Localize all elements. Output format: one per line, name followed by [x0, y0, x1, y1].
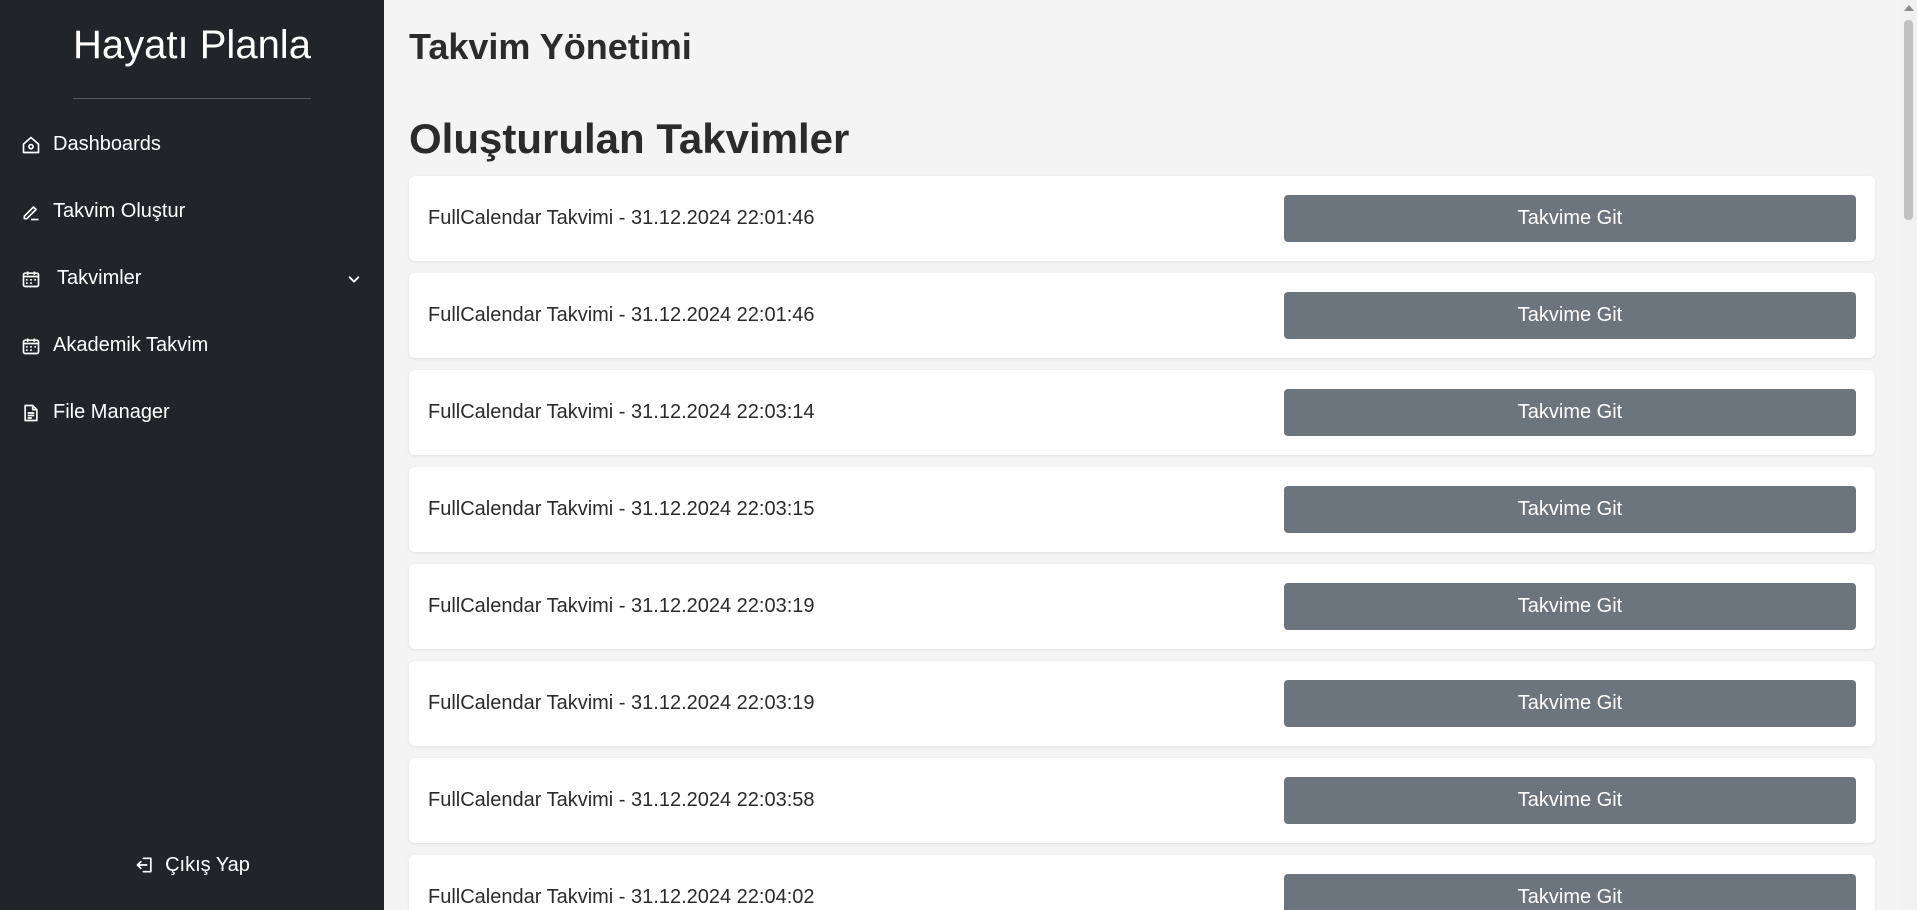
sidebar-item-takvimler[interactable]: Takvimler: [0, 245, 384, 312]
logout-icon: [134, 854, 156, 876]
brand-title: Hayatı Planla: [73, 23, 311, 67]
list-item: FullCalendar Takvimi - 31.12.2024 22:03:…: [409, 370, 1875, 455]
chevron-down-icon[interactable]: [346, 271, 362, 287]
calendar-title: FullCalendar Takvimi - 31.12.2024 22:01:…: [428, 304, 815, 326]
list-item: FullCalendar Takvimi - 31.12.2024 22:03:…: [409, 467, 1875, 552]
brand-divider: [73, 98, 311, 99]
go-to-calendar-button[interactable]: Takvime Git: [1284, 195, 1856, 242]
go-to-calendar-button[interactable]: Takvime Git: [1284, 680, 1856, 727]
sidebar-item-file-manager[interactable]: File Manager: [0, 379, 384, 446]
sidebar-item-akademik-takvim[interactable]: Akademik Takvim: [0, 312, 384, 379]
calendar-icon: [20, 268, 42, 290]
calendar-title: FullCalendar Takvimi - 31.12.2024 22:01:…: [428, 207, 815, 229]
list-item: FullCalendar Takvimi - 31.12.2024 22:03:…: [409, 758, 1875, 843]
go-to-calendar-button[interactable]: Takvime Git: [1284, 583, 1856, 630]
sidebar-item-label: File Manager: [53, 401, 170, 423]
sidebar-item-takvim-olustur[interactable]: Takvim Oluştur: [0, 178, 384, 245]
list-item: FullCalendar Takvimi - 31.12.2024 22:03:…: [409, 661, 1875, 746]
calendar-title: FullCalendar Takvimi - 31.12.2024 22:04:…: [428, 886, 815, 908]
home-icon: [20, 134, 42, 156]
calendar-title: FullCalendar Takvimi - 31.12.2024 22:03:…: [428, 789, 815, 811]
list-item: FullCalendar Takvimi - 31.12.2024 22:04:…: [409, 855, 1875, 910]
section-title: Oluşturulan Takvimler: [409, 115, 850, 162]
sidebar-item-label: Takvimler: [57, 267, 142, 289]
calendar-list: FullCalendar Takvimi - 31.12.2024 22:01:…: [409, 176, 1875, 910]
go-to-calendar-button[interactable]: Takvime Git: [1284, 292, 1856, 339]
pencil-icon: [20, 201, 42, 223]
sidebar-item-label: Dashboards: [53, 133, 161, 155]
sidebar: Hayatı Planla Dashboards Takvim Oluştur …: [0, 0, 384, 910]
sidebar-item-label: Akademik Takvim: [53, 334, 209, 356]
list-item: FullCalendar Takvimi - 31.12.2024 22:01:…: [409, 273, 1875, 358]
vertical-scrollbar[interactable]: [1900, 0, 1917, 910]
sidebar-item-dashboards[interactable]: Dashboards: [0, 111, 384, 178]
calendar-title: FullCalendar Takvimi - 31.12.2024 22:03:…: [428, 595, 815, 617]
logout-label: Çıkış Yap: [165, 853, 250, 876]
go-to-calendar-button[interactable]: Takvime Git: [1284, 874, 1856, 910]
logout-button[interactable]: Çıkış Yap: [0, 850, 384, 880]
calendar-title: FullCalendar Takvimi - 31.12.2024 22:03:…: [428, 692, 815, 714]
page-title: Takvim Yönetimi: [409, 26, 692, 67]
go-to-calendar-button[interactable]: Takvime Git: [1284, 777, 1856, 824]
calendar-title: FullCalendar Takvimi - 31.12.2024 22:03:…: [428, 401, 815, 423]
sidebar-nav: Dashboards Takvim Oluştur Takvimler Akad…: [0, 111, 384, 446]
list-item: FullCalendar Takvimi - 31.12.2024 22:03:…: [409, 564, 1875, 649]
calendar-icon: [20, 335, 42, 357]
scrollbar-thumb[interactable]: [1904, 20, 1913, 220]
list-item: FullCalendar Takvimi - 31.12.2024 22:01:…: [409, 176, 1875, 261]
go-to-calendar-button[interactable]: Takvime Git: [1284, 389, 1856, 436]
go-to-calendar-button[interactable]: Takvime Git: [1284, 486, 1856, 533]
app: Hayatı Planla Dashboards Takvim Oluştur …: [0, 0, 1917, 910]
main-content: Takvim Yönetimi Oluşturulan Takvimler Fu…: [384, 0, 1917, 910]
scroll-up-arrow-icon[interactable]: [1904, 5, 1914, 11]
file-icon: [20, 402, 42, 424]
sidebar-item-label: Takvim Oluştur: [53, 200, 186, 222]
calendar-title: FullCalendar Takvimi - 31.12.2024 22:03:…: [428, 498, 815, 520]
